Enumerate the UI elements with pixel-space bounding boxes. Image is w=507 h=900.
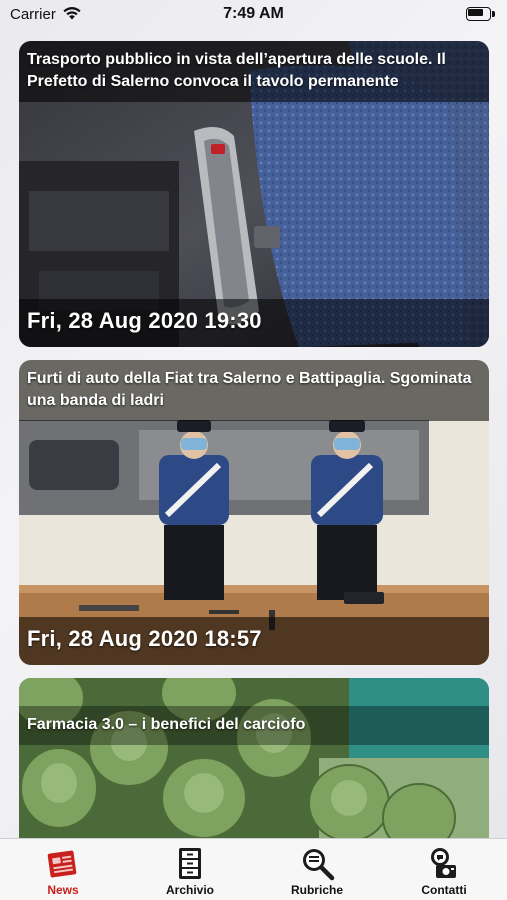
article-card[interactable]: Furti di auto della Fiat tra Salerno e B… [19, 360, 489, 665]
archive-cabinet-icon [179, 848, 201, 879]
article-title: Furti di auto della Fiat tra Salerno e B… [27, 370, 472, 409]
article-date: Fri, 28 Aug 2020 19:30 [27, 308, 262, 333]
tab-label: Archivio [165, 883, 214, 897]
tab-news[interactable]: News [0, 839, 126, 900]
tab-label: Contatti [421, 883, 467, 897]
magnifier-icon [303, 849, 335, 881]
article-title: Trasporto pubblico in vista dell’apertur… [27, 51, 446, 90]
article-date: Fri, 28 Aug 2020 18:57 [27, 626, 262, 651]
article-title-band: Furti di auto della Fiat tra Salerno e B… [19, 360, 489, 421]
tab-archivio[interactable]: Archivio [127, 839, 253, 900]
article-date-band: Fri, 28 Aug 2020 19:30 [19, 299, 489, 347]
tab-label: Rubriche [290, 883, 343, 897]
tab-label: News [47, 883, 79, 897]
article-title: Farmacia 3.0 – i benefici del carciofo [27, 716, 306, 733]
status-time: 7:49 AM [223, 5, 284, 22]
article-card[interactable]: Farmacia 3.0 – i benefici del carciofo [19, 678, 489, 838]
battery-icon [466, 7, 495, 21]
tab-bar: News Archivio Rubriche Contatti [0, 838, 507, 900]
news-feed[interactable]: Trasporto pubblico in vista dell’apertur… [19, 41, 489, 838]
contacts-icon [431, 848, 456, 878]
article-card[interactable]: Trasporto pubblico in vista dell’apertur… [19, 41, 489, 347]
article-date-band: Fri, 28 Aug 2020 18:57 [19, 617, 489, 665]
article-title-band: Trasporto pubblico in vista dell’apertur… [19, 41, 489, 102]
tab-contatti[interactable]: Contatti [381, 839, 507, 900]
status-bar: Carrier 7:49 AM [0, 0, 507, 32]
tab-rubriche[interactable]: Rubriche [254, 839, 380, 900]
artichokes-photo [19, 678, 489, 838]
article-title-band: Farmacia 3.0 – i benefici del carciofo [19, 706, 489, 745]
newspaper-icon [47, 850, 77, 878]
